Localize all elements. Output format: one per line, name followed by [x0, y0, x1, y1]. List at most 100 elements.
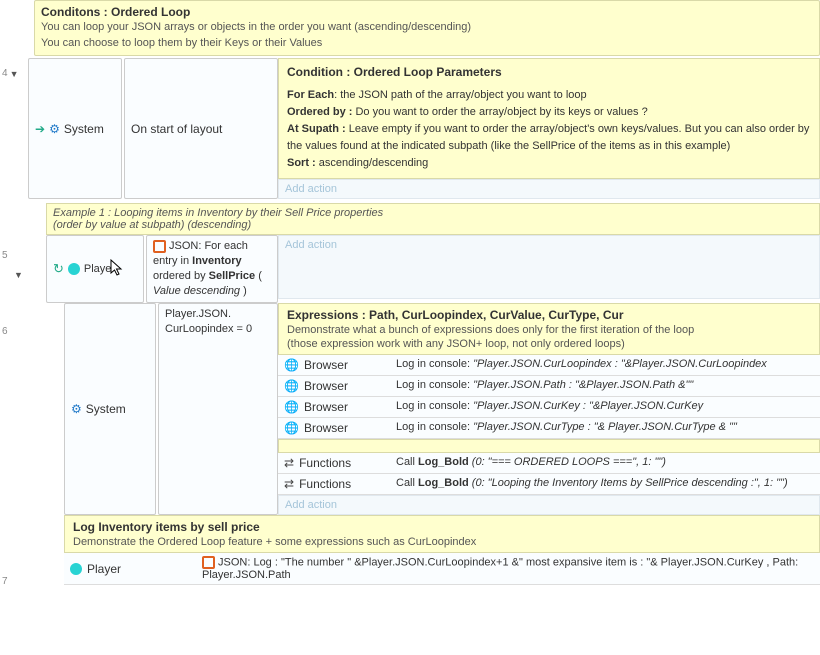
action-expr: "Player.JSON.CurKey : "&Player.JSON.CurK… — [473, 400, 703, 412]
example-line: (order by value at subpath) (descending) — [53, 219, 813, 231]
row-number: 6 — [2, 326, 8, 337]
action-expr: "Player.JSON.CurType : "& Player.JSON.Cu… — [473, 421, 737, 433]
param-key: At Supath : — [287, 123, 346, 135]
action-expr: JSON: Log : "The number " &Player.JSON.C… — [202, 556, 798, 581]
cond-italic: Value descending — [153, 285, 240, 297]
globe-icon: 🌐 — [284, 400, 299, 414]
action-label: Log in console: — [396, 421, 473, 433]
object-label: Functions — [299, 456, 351, 470]
action-browser-log[interactable]: 🌐 Browser Log in console: "Player.JSON.Cu… — [278, 397, 820, 418]
cond-text: ordered by — [153, 270, 209, 282]
action-label: Log in console: — [396, 400, 473, 412]
object-label: Browser — [304, 379, 348, 393]
object-label: Functions — [299, 477, 351, 491]
action-browser-log[interactable]: 🌐 Browser Log in console: "Player.JSON.Pa… — [278, 376, 820, 397]
action-player-json-log[interactable]: Player JSON: Log : "The number " &Player… — [64, 553, 820, 585]
row-marker-6[interactable]: 6 — [2, 326, 8, 337]
row-marker-5[interactable]: 5 — [2, 250, 8, 261]
log-inventory-header: Log Inventory items by sell price Demons… — [64, 515, 820, 553]
example-comment: Example 1 : Looping items in Inventory b… — [46, 203, 820, 235]
gear-icon: ⚙ — [71, 402, 82, 416]
add-action[interactable]: Add action — [278, 495, 820, 515]
action-label: Call — [396, 456, 418, 468]
loop-icon: ↻ — [53, 261, 64, 277]
object-label: Player — [87, 562, 121, 576]
condition-system[interactable]: ➔ ⚙ System — [28, 58, 122, 199]
example-line: Example 1 : Looping items in Inventory b… — [53, 207, 813, 219]
cond-bold: Inventory — [192, 255, 242, 267]
row-marker-4[interactable]: 4 ▼ — [2, 68, 18, 79]
globe-icon: 🌐 — [284, 358, 299, 372]
globe-icon: 🌐 — [284, 379, 299, 393]
header-sub: Demonstrate the Ordered Loop feature + s… — [73, 536, 811, 548]
swap-icon: ⇄ — [284, 477, 294, 491]
json-icon — [153, 240, 166, 253]
condition-curloopindex[interactable]: Player.JSON. CurLoopindex = 0 — [158, 303, 278, 515]
add-action[interactable]: Add action — [278, 235, 820, 299]
object-label: Browser — [304, 421, 348, 435]
param-key: Sort : — [287, 157, 316, 169]
action-label: Call — [396, 477, 418, 489]
action-label: Log in console: — [396, 358, 473, 370]
action-bold: Log_Bold — [418, 456, 469, 468]
info-line: You can loop your JSON arrays or objects… — [41, 19, 813, 35]
action-browser-log[interactable]: 🌐 Browser Log in console: "Player.JSON.Cu… — [278, 355, 820, 376]
param-desc: Leave empty if you want to order the arr… — [287, 123, 809, 152]
param-key: Ordered by : — [287, 106, 352, 118]
condition-player[interactable]: ↻ Player — [46, 235, 144, 303]
action-bold: Log_Bold — [418, 477, 469, 489]
info-ordered-loop: Conditons : Ordered Loop You can loop yo… — [34, 0, 820, 56]
object-label: Browser — [304, 358, 348, 372]
row-number: 7 — [2, 576, 8, 587]
cond-line: Player.JSON. — [165, 307, 271, 322]
param-desc: : the JSON path of the array/object you … — [334, 89, 587, 101]
collapse-caret-5[interactable]: ▼ — [14, 270, 23, 280]
action-label: Log in console: — [396, 379, 473, 391]
param-key: For Each — [287, 89, 334, 101]
swap-icon: ⇄ — [284, 456, 294, 470]
param-box: Condition : Ordered Loop Parameters For … — [278, 58, 820, 179]
gear-icon: ⚙ — [49, 122, 60, 136]
info-title: Conditons : Ordered Loop — [41, 5, 813, 19]
cond-text: ) — [240, 285, 247, 297]
collapse-caret-icon[interactable]: ▼ — [10, 69, 19, 79]
cond-text: ( — [255, 270, 262, 282]
expressions-header: Expressions : Path, CurLoopindex, CurVal… — [278, 303, 820, 355]
info-line: You can choose to loop them by their Key… — [41, 35, 813, 51]
action-expr: "Player.JSON.CurLoopindex : "&Player.JSO… — [473, 358, 767, 370]
action-expr: "Player.JSON.Path : "&Player.JSON.Path &… — [473, 379, 693, 391]
object-label: Player — [84, 263, 115, 275]
json-icon — [202, 556, 215, 569]
yellow-spacer — [278, 439, 820, 453]
cond-bold: SellPrice — [209, 270, 255, 282]
header-sub: Demonstrate what a bunch of expressions … — [287, 324, 811, 336]
header-title: Log Inventory items by sell price — [73, 520, 811, 534]
header-title: Expressions : Path, CurLoopindex, CurVal… — [287, 308, 811, 322]
globe-icon: 🌐 — [284, 421, 299, 435]
action-functions-call[interactable]: ⇄ Functions Call Log_Bold (0: "Looping th… — [278, 474, 820, 495]
object-label: Browser — [304, 400, 348, 414]
action-expr: (0: "=== ORDERED LOOPS ===", 1: "") — [469, 456, 666, 468]
row-marker-7[interactable]: 7 — [2, 576, 8, 587]
collapse-caret-icon[interactable]: ▼ — [14, 270, 23, 280]
condition-trigger[interactable]: On start of layout — [124, 58, 278, 199]
action-functions-call[interactable]: ⇄ Functions Call Log_Bold (0: "=== ORDERE… — [278, 453, 820, 474]
object-label: System — [64, 122, 104, 136]
condition-system[interactable]: ⚙ System — [64, 303, 156, 515]
header-sub: (those expression work with any JSON+ lo… — [287, 338, 811, 350]
action-expr: (0: "Looping the Inventory Items by Sell… — [469, 477, 788, 489]
param-desc: ascending/descending — [316, 157, 429, 169]
param-title: Condition : Ordered Loop Parameters — [287, 65, 811, 79]
player-icon — [70, 563, 82, 575]
add-action[interactable]: Add action — [278, 179, 820, 199]
row-number: 5 — [2, 250, 8, 261]
condition-json-foreach[interactable]: JSON: For each entry in Inventory ordere… — [146, 235, 278, 303]
cond-line: CurLoopindex = 0 — [165, 322, 271, 337]
param-desc: Do you want to order the array/object by… — [352, 106, 647, 118]
object-label: System — [86, 402, 126, 416]
player-icon — [68, 263, 80, 275]
row-number: 4 — [2, 68, 8, 79]
start-arrow-icon: ➔ — [35, 122, 45, 136]
trigger-label: On start of layout — [131, 122, 222, 136]
action-browser-log[interactable]: 🌐 Browser Log in console: "Player.JSON.Cu… — [278, 418, 820, 439]
